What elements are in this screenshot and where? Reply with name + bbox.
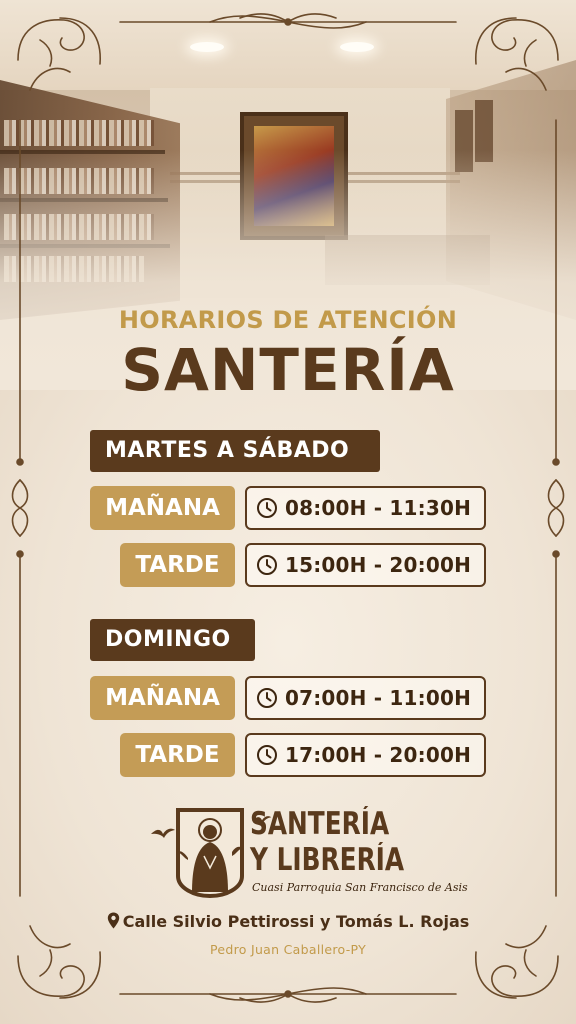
clock-icon (257, 555, 277, 575)
address: Calle Silvio Pettirossi y Tomás L. Rojas (0, 912, 576, 931)
logo-title-line2: Y LIBRERÍA (250, 842, 405, 878)
day-label-tuesday-saturday: MARTES A SÁBADO (90, 430, 380, 472)
time-slot: 17:00H - 20:00H (245, 733, 486, 777)
poster: HORARIOS DE ATENCIÓN SANTERÍA MARTES A S… (0, 0, 576, 1024)
time-range: 17:00H - 20:00H (285, 743, 472, 767)
time-range: 15:00H - 20:00H (285, 553, 472, 577)
location-pin-icon (107, 912, 119, 929)
page-title: SANTERÍA (121, 336, 455, 404)
time-slot: 08:00H - 11:30H (245, 486, 486, 530)
clock-icon (257, 498, 277, 518)
clock-icon (257, 688, 277, 708)
logo-title-line1: SANTERÍA (250, 806, 390, 842)
period-label-morning: MAÑANA (90, 486, 235, 530)
address-text: Calle Silvio Pettirossi y Tomás L. Rojas (122, 912, 470, 931)
bird-icon (151, 828, 175, 838)
time-slot: 15:00H - 20:00H (245, 543, 486, 587)
schedule-subtitle: HORARIOS DE ATENCIÓN (118, 306, 458, 334)
saint-francis-emblem (176, 808, 244, 898)
time-slot: 07:00H - 11:00H (245, 676, 486, 720)
period-label-afternoon: TARDE (120, 543, 235, 587)
time-range: 07:00H - 11:00H (285, 686, 472, 710)
logo-tagline: Cuasi Parroquia San Francisco de Asis (252, 881, 468, 894)
time-range: 08:00H - 11:30H (285, 496, 472, 520)
period-label-morning: MAÑANA (90, 676, 235, 720)
period-label-afternoon: TARDE (120, 733, 235, 777)
day-label-sunday: DOMINGO (90, 619, 255, 661)
clock-icon (257, 745, 277, 765)
city: Pedro Juan Caballero-PY (209, 942, 367, 957)
